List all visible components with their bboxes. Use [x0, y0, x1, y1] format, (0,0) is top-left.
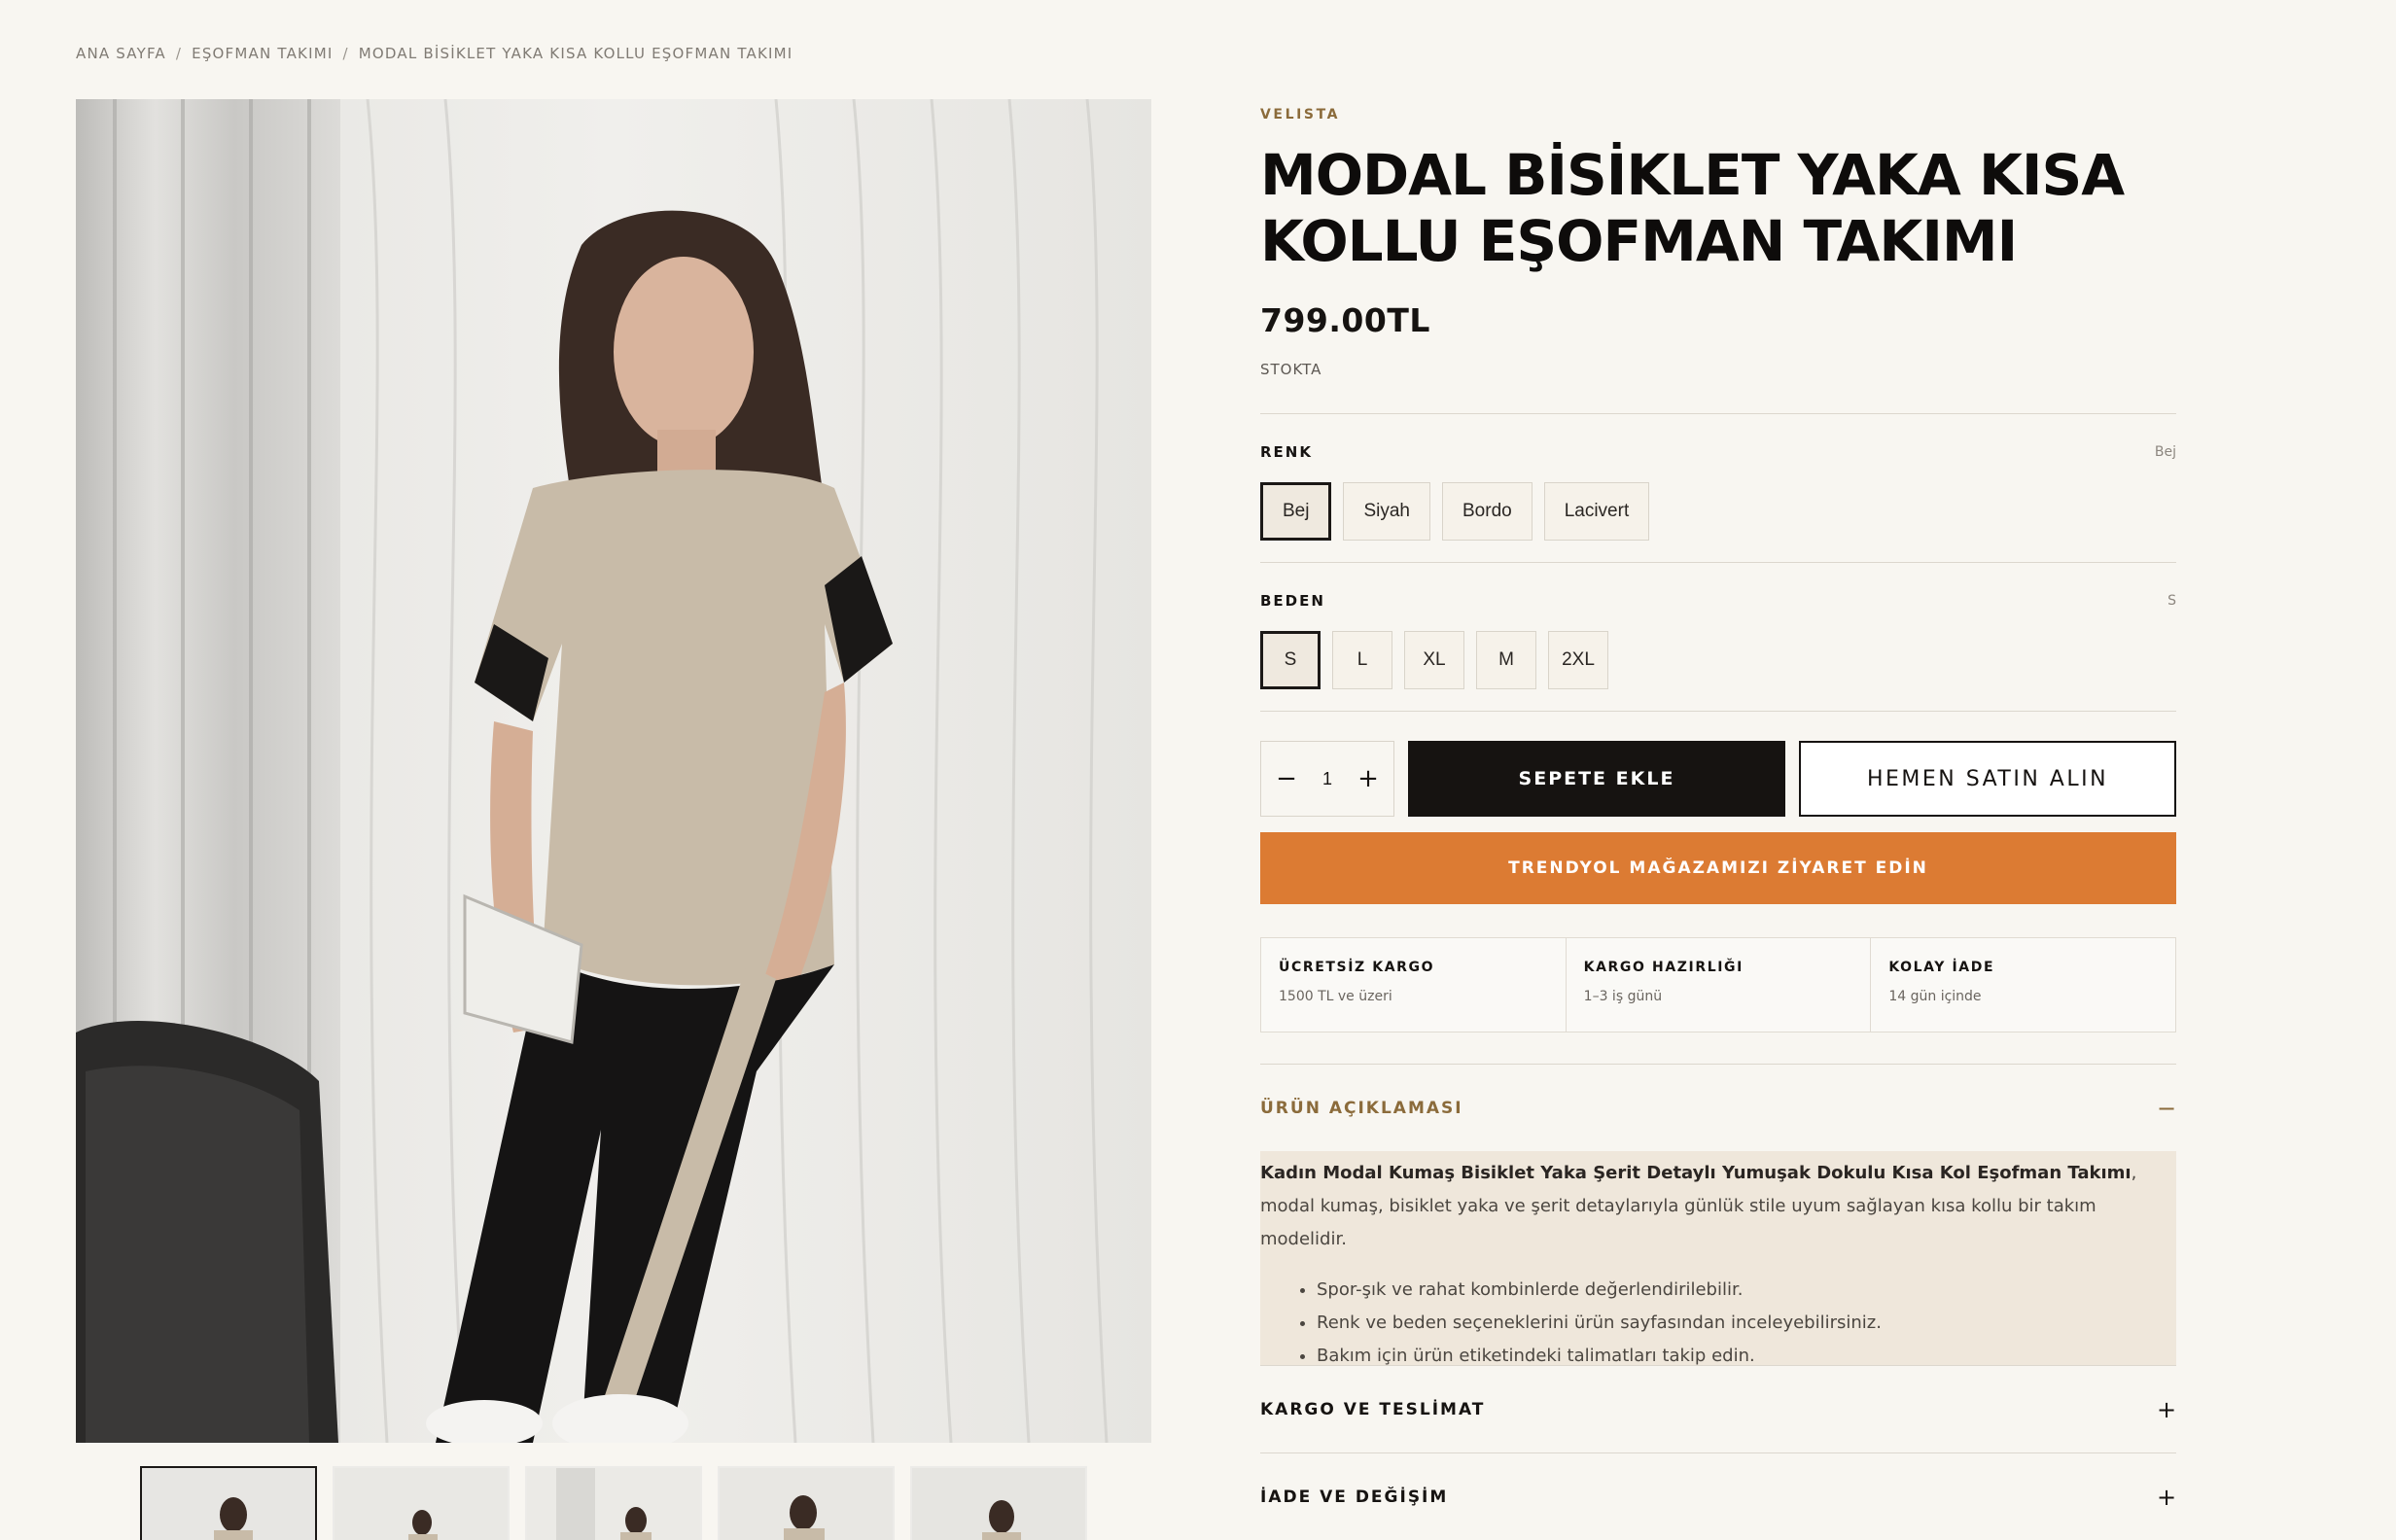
plus-icon: + — [2157, 1396, 2177, 1423]
list-item: Bakım için ürün etiketindeki talimatları… — [1317, 1340, 2176, 1373]
color-selected-value: Bej — [2154, 444, 2176, 460]
size-option-m[interactable]: M — [1476, 631, 1536, 689]
divider — [1260, 711, 2176, 712]
thumbnail-strip — [140, 1466, 1087, 1540]
divider — [1260, 1064, 2176, 1065]
feature-title: ÜCRETSİZ KARGO — [1279, 960, 1435, 975]
size-option-xl[interactable]: XL — [1404, 631, 1464, 689]
feature-free-shipping: ÜCRETSİZ KARGO 1500 TL ve üzeri — [1261, 938, 1567, 1032]
product-description: Kadın Modal Kumaş Bisiklet Yaka Şerit De… — [1260, 1151, 2176, 1366]
buy-now-button[interactable]: HEMEN SATIN ALIN — [1799, 741, 2176, 817]
accordion-description-header[interactable]: ÜRÜN AÇIKLAMASI − — [1260, 1095, 2176, 1122]
accordion-title: KARGO VE TESLİMAT — [1260, 1400, 1486, 1419]
description-bullets: Spor-şık ve rahat kombinlerde değerlendi… — [1260, 1274, 2176, 1373]
thumbnail[interactable] — [910, 1466, 1087, 1540]
thumbnail[interactable] — [525, 1466, 702, 1540]
quantity-value[interactable]: 1 — [1322, 769, 1332, 789]
quantity-decrease-button[interactable]: − — [1275, 764, 1298, 793]
feature-subtitle: 14 gün içinde — [1888, 989, 1982, 1004]
accordion-title: ÜRÜN AÇIKLAMASI — [1260, 1099, 1463, 1118]
product-main-image[interactable] — [76, 99, 1151, 1443]
breadcrumb-category[interactable]: EŞOFMAN TAKIMI — [192, 45, 333, 62]
divider — [1260, 1365, 2176, 1366]
feature-easy-return: KOLAY İADE 14 gün içinde — [1871, 938, 2175, 1032]
divider — [1260, 1452, 2176, 1453]
list-item: Spor-şık ve rahat kombinlerde değerlendi… — [1317, 1274, 2176, 1307]
quantity-stepper: − 1 + — [1260, 741, 1394, 817]
product-price: 799.00TL — [1260, 301, 1430, 339]
description-lead: Kadın Modal Kumaş Bisiklet Yaka Şerit De… — [1260, 1157, 2176, 1256]
visit-trendyol-store-button[interactable]: TRENDYOL MAĞAZAMIZI ZİYARET EDİN — [1260, 832, 2176, 904]
color-option-siyah[interactable]: Siyah — [1343, 482, 1430, 541]
color-label: RENK — [1260, 443, 1313, 461]
size-selected-value: S — [2167, 593, 2176, 609]
breadcrumb-home[interactable]: ANA SAYFA — [76, 45, 166, 62]
breadcrumb-separator: / — [342, 45, 349, 62]
accordion-shipping-header[interactable]: KARGO VE TESLİMAT + — [1260, 1396, 2176, 1423]
quantity-increase-button[interactable]: + — [1357, 764, 1380, 793]
accordion-title: İADE VE DEĞİŞİM — [1260, 1488, 1449, 1507]
size-selector: BEDEN S S L XL M 2XL — [1260, 592, 2176, 689]
size-option-2xl[interactable]: 2XL — [1548, 631, 1608, 689]
feature-title: KOLAY İADE — [1888, 960, 1995, 975]
plus-icon: + — [2157, 1484, 2177, 1511]
thumbnail[interactable] — [333, 1466, 510, 1540]
color-option-lacivert[interactable]: Lacivert — [1543, 482, 1650, 541]
feature-subtitle: 1–3 iş günü — [1583, 989, 1663, 1004]
color-selector: RENK Bej Bej Siyah Bordo Lacivert — [1260, 443, 2176, 541]
feature-shipping-preparation: KARGO HAZIRLIĞI 1–3 iş günü — [1567, 938, 1872, 1032]
feature-title: KARGO HAZIRLIĞI — [1583, 960, 1744, 975]
divider — [1260, 413, 2176, 414]
color-option-bej[interactable]: Bej — [1260, 482, 1332, 541]
size-label: BEDEN — [1260, 592, 1325, 610]
size-option-s[interactable]: S — [1260, 631, 1321, 689]
color-option-bordo[interactable]: Bordo — [1442, 482, 1533, 541]
breadcrumb: ANA SAYFA / EŞOFMAN TAKIMI / MODAL BİSİK… — [76, 45, 793, 62]
purchase-row: − 1 + SEPETE EKLE HEMEN SATIN ALIN — [1260, 741, 2176, 817]
accordion-returns-header[interactable]: İADE VE DEĞİŞİM + — [1260, 1484, 2176, 1511]
divider — [1260, 562, 2176, 563]
feature-boxes: ÜCRETSİZ KARGO 1500 TL ve üzeri KARGO HA… — [1260, 937, 2176, 1032]
product-title: MODAL BİSİKLET YAKA KISA KOLLU EŞOFMAN T… — [1260, 142, 2125, 274]
product-photo-illustration — [76, 99, 1151, 1443]
feature-subtitle: 1500 TL ve üzeri — [1279, 989, 1392, 1004]
minus-icon: − — [2157, 1095, 2177, 1122]
description-lead-bold: Kadın Modal Kumaş Bisiklet Yaka Şerit De… — [1260, 1163, 2132, 1183]
thumbnail[interactable] — [140, 1466, 317, 1540]
brand-name[interactable]: VELISTA — [1260, 107, 2176, 122]
product-info: VELISTA MODAL BİSİKLET YAKA KISA KOLLU E… — [1260, 107, 2176, 378]
thumbnail[interactable] — [718, 1466, 895, 1540]
size-option-l[interactable]: L — [1332, 631, 1392, 689]
list-item: Renk ve beden seçeneklerini ürün sayfası… — [1317, 1307, 2176, 1340]
stock-status: STOKTA — [1260, 361, 1322, 378]
breadcrumb-separator: / — [175, 45, 183, 62]
add-to-cart-button[interactable]: SEPETE EKLE — [1408, 741, 1785, 817]
breadcrumb-current: MODAL BİSİKLET YAKA KISA KOLLU EŞOFMAN T… — [358, 45, 793, 62]
